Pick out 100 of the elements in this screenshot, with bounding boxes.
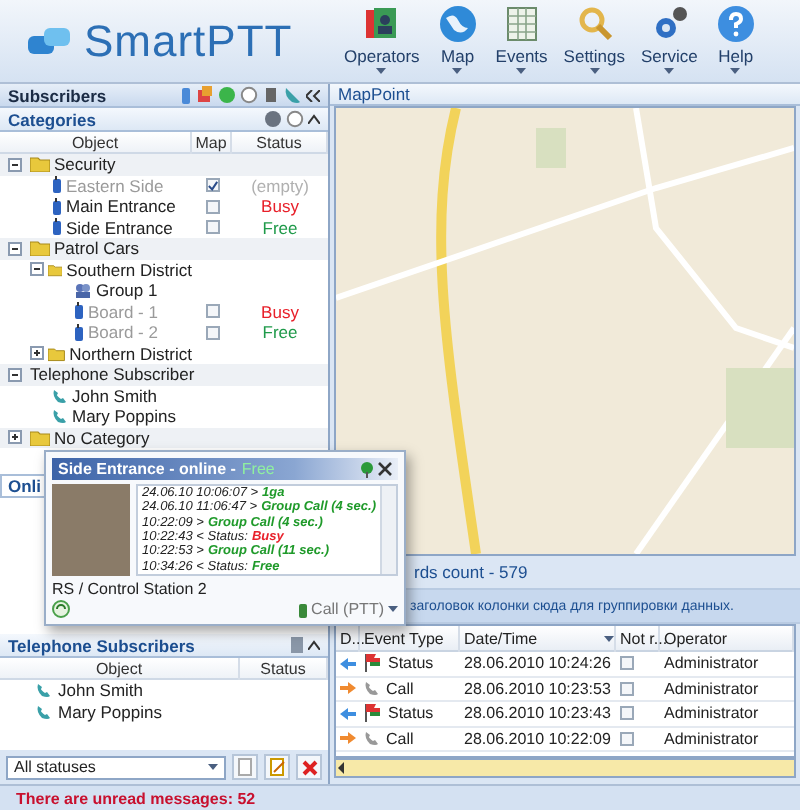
left-arrow-icon	[340, 707, 356, 720]
column-header[interactable]: Operator	[660, 626, 794, 652]
app-logo: SmartPTT	[84, 15, 293, 67]
help-icon	[715, 4, 756, 44]
column-header[interactable]: Object	[0, 658, 240, 680]
refresh-icon[interactable]	[52, 600, 70, 618]
tree-item[interactable]: Security	[54, 154, 116, 175]
column-header[interactable]: Status	[240, 658, 328, 680]
collapse-icon[interactable]	[306, 89, 320, 101]
toolbar-button[interactable]: Help	[707, 0, 764, 82]
expander-icon[interactable]	[8, 157, 22, 172]
globe-icon	[437, 4, 478, 44]
caret-icon	[452, 68, 463, 74]
caret-icon	[208, 764, 219, 770]
edit-button[interactable]	[264, 754, 291, 780]
flags-icon	[364, 704, 382, 723]
flags-icon	[364, 654, 382, 673]
row-checkbox[interactable]	[620, 681, 634, 696]
table-cell-text: 28.06.2010 10:23:43	[462, 704, 613, 723]
cube-icon[interactable]	[196, 86, 214, 104]
new-page-button[interactable]	[232, 754, 259, 780]
right-arrow-icon	[340, 732, 356, 745]
expander-icon[interactable]	[30, 262, 44, 277]
call-ptt-button[interactable]: Call (PTT)	[297, 600, 398, 618]
people-cards-icon	[361, 4, 402, 44]
status-filter-dropdown[interactable]: All statuses	[6, 755, 227, 779]
tree-item[interactable]: Mary Poppins	[72, 406, 176, 427]
delete-button[interactable]	[296, 754, 323, 780]
caret-icon	[388, 606, 398, 612]
caret-icon	[516, 68, 527, 74]
table-cell-text: Administrator	[662, 704, 761, 723]
expander-icon[interactable]	[8, 367, 22, 382]
circle-icon[interactable]	[240, 86, 258, 104]
tree-item[interactable]: Southern District	[66, 259, 192, 280]
tree-item[interactable]: Main Entrance	[66, 196, 176, 217]
table-cell: Call	[386, 729, 414, 748]
toolbar-button[interactable]: Operators	[338, 0, 426, 82]
table-cell-text: 28.06.2010 10:22:09	[462, 729, 613, 748]
expander-icon[interactable]	[30, 346, 44, 361]
table-cell-text: 28.06.2010 10:23:53	[462, 679, 613, 698]
panel-title: Categories	[8, 109, 96, 129]
sort-icon	[604, 636, 614, 642]
popup-title: Side Entrance - online -	[58, 460, 236, 478]
circle-icon[interactable]	[264, 110, 282, 128]
caret-icon	[376, 68, 387, 74]
tree-item[interactable]: Side Entrance	[66, 217, 173, 238]
panel-title: Telephone Subscribers	[8, 635, 195, 655]
toolbar-button[interactable]: Settings	[557, 0, 632, 82]
popup-state: Free	[241, 460, 275, 478]
panel-title: Subscribers	[8, 85, 107, 105]
map-checkbox[interactable]	[205, 220, 219, 235]
table-icon	[501, 4, 542, 44]
pin-icon[interactable]	[360, 461, 374, 477]
horizontal-scrollbar[interactable]	[334, 758, 796, 778]
table-cell-text: Administrator	[662, 729, 761, 748]
status-text: (empty)	[249, 175, 311, 196]
close-icon[interactable]	[378, 462, 392, 476]
row-checkbox[interactable]	[620, 706, 634, 721]
group-icon	[74, 282, 92, 299]
status-text: Free	[260, 322, 300, 343]
toolbar-button[interactable]: Events	[489, 0, 554, 82]
logo-icon	[28, 25, 72, 57]
status-message: There are unread messages: 52	[16, 789, 256, 807]
subscriber-name[interactable]: Mary Poppins	[58, 701, 162, 722]
tree-item[interactable]: John Smith	[72, 385, 158, 406]
table-cell-text: Administrator	[662, 679, 761, 698]
table-cell: Call	[386, 679, 414, 698]
station-name: RS / Control Station 2	[52, 580, 209, 598]
tree-item[interactable]: Northern District	[69, 343, 192, 364]
row-checkbox[interactable]	[620, 656, 634, 671]
expander-icon[interactable]	[8, 241, 22, 256]
records-count: rds count - 579	[414, 562, 528, 582]
caret-icon	[730, 68, 741, 74]
radio-icon[interactable]	[180, 86, 192, 104]
subscriber-name[interactable]: John Smith	[58, 680, 144, 701]
circle-icon[interactable]	[218, 86, 236, 104]
folder-icon	[30, 429, 50, 446]
toolbar-button[interactable]: Map	[429, 0, 486, 82]
chevron-up-icon[interactable]	[308, 114, 320, 124]
table-cell: Status	[388, 654, 434, 673]
photo-placeholder	[52, 484, 131, 576]
row-checkbox[interactable]	[620, 731, 634, 746]
map-checkbox[interactable]	[205, 199, 219, 214]
table-cell-text: 28.06.2010 10:24:26	[462, 654, 613, 673]
column-header[interactable]: Date/Time	[460, 626, 616, 652]
tree-item[interactable]: Group 1	[96, 280, 158, 301]
toolbar-button[interactable]: Service	[635, 0, 704, 82]
tools-icon	[574, 4, 615, 44]
expander-icon[interactable]	[8, 430, 22, 445]
chevron-up-icon[interactable]	[308, 640, 320, 650]
status-text: Free	[260, 217, 300, 238]
left-arrow-icon	[340, 657, 356, 670]
status-text: Busy	[259, 301, 301, 322]
panel-title: MapPoint	[338, 84, 410, 104]
vertical-scrollbar[interactable]	[380, 486, 396, 574]
caret-icon	[589, 68, 600, 74]
table-cell: Status	[388, 704, 434, 723]
scroll-left-icon[interactable]	[336, 762, 348, 774]
radio-icon	[297, 601, 308, 617]
caret-icon	[664, 68, 675, 74]
